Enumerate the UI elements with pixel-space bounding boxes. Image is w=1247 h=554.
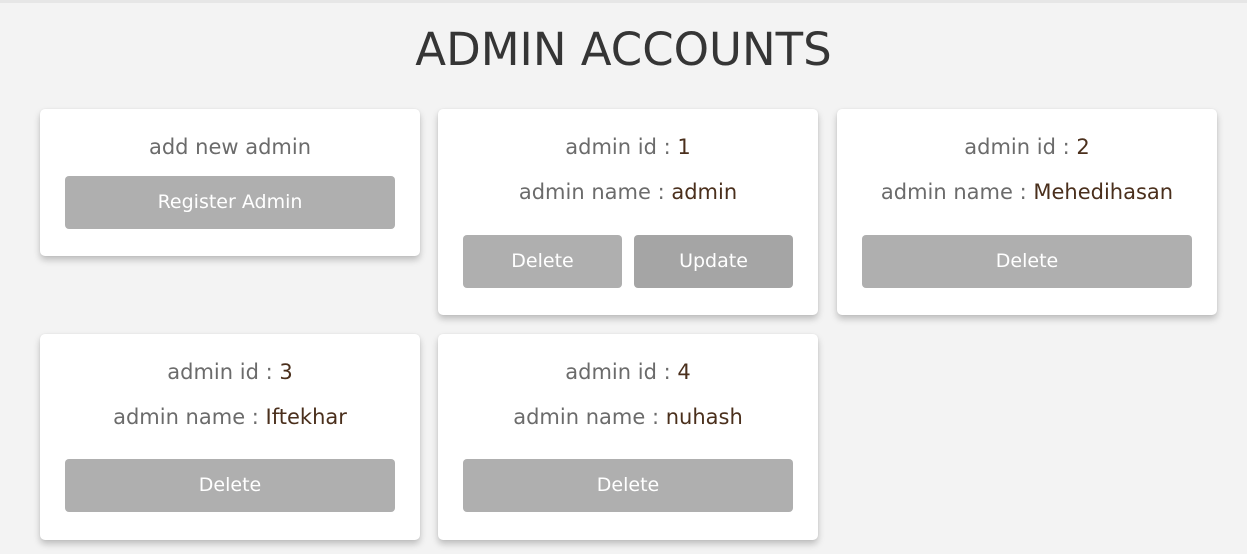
admin-card: admin id : 4 admin name : nuhash Delete (438, 334, 818, 540)
admin-name-line: admin name : nuhash (438, 403, 818, 431)
admin-id-value: 1 (677, 135, 691, 159)
admin-id-label: admin id : (565, 360, 678, 384)
admin-id-value: 2 (1076, 135, 1090, 159)
admin-id-line: admin id : 4 (438, 358, 818, 386)
admin-id-value: 4 (677, 360, 691, 384)
admin-name-label: admin name : (880, 180, 1034, 204)
admin-id-label: admin id : (565, 135, 678, 159)
admin-name-value: nuhash (665, 405, 743, 429)
admin-name-value: Iftekhar (265, 405, 347, 429)
delete-button[interactable]: Delete (463, 459, 793, 512)
admin-id-value: 3 (279, 360, 293, 384)
admin-id-label: admin id : (964, 135, 1077, 159)
admin-id-line: admin id : 3 (40, 358, 420, 386)
admin-card: admin id : 3 admin name : Iftekhar Delet… (40, 334, 420, 540)
top-border (0, 0, 1247, 3)
admin-id-label: admin id : (167, 360, 280, 384)
delete-button[interactable]: Delete (463, 235, 622, 288)
admin-id-line: admin id : 1 (438, 133, 818, 161)
admin-name-line: admin name : Iftekhar (40, 403, 420, 431)
admin-name-line: admin name : Mehedihasan (837, 178, 1217, 206)
admin-name-line: admin name : admin (438, 178, 818, 206)
admin-card: admin id : 2 admin name : Mehedihasan De… (837, 109, 1217, 315)
page-title: ADMIN ACCOUNTS (415, 23, 832, 76)
admin-card: admin id : 1 admin name : admin Delete U… (438, 109, 818, 315)
admin-id-line: admin id : 2 (837, 133, 1217, 161)
update-button[interactable]: Update (634, 235, 793, 288)
admin-name-value: Mehedihasan (1033, 180, 1174, 204)
add-admin-label: add new admin (148, 135, 312, 159)
delete-button[interactable]: Delete (65, 459, 395, 512)
delete-button[interactable]: Delete (862, 235, 1192, 288)
admin-name-label: admin name : (113, 405, 266, 429)
add-admin-card: add new admin Register Admin (40, 109, 420, 256)
admin-name-label: admin name : (513, 405, 666, 429)
admin-name-label: admin name : (518, 180, 672, 204)
admin-name-value: admin (671, 180, 738, 204)
register-admin-button[interactable]: Register Admin (65, 176, 395, 229)
